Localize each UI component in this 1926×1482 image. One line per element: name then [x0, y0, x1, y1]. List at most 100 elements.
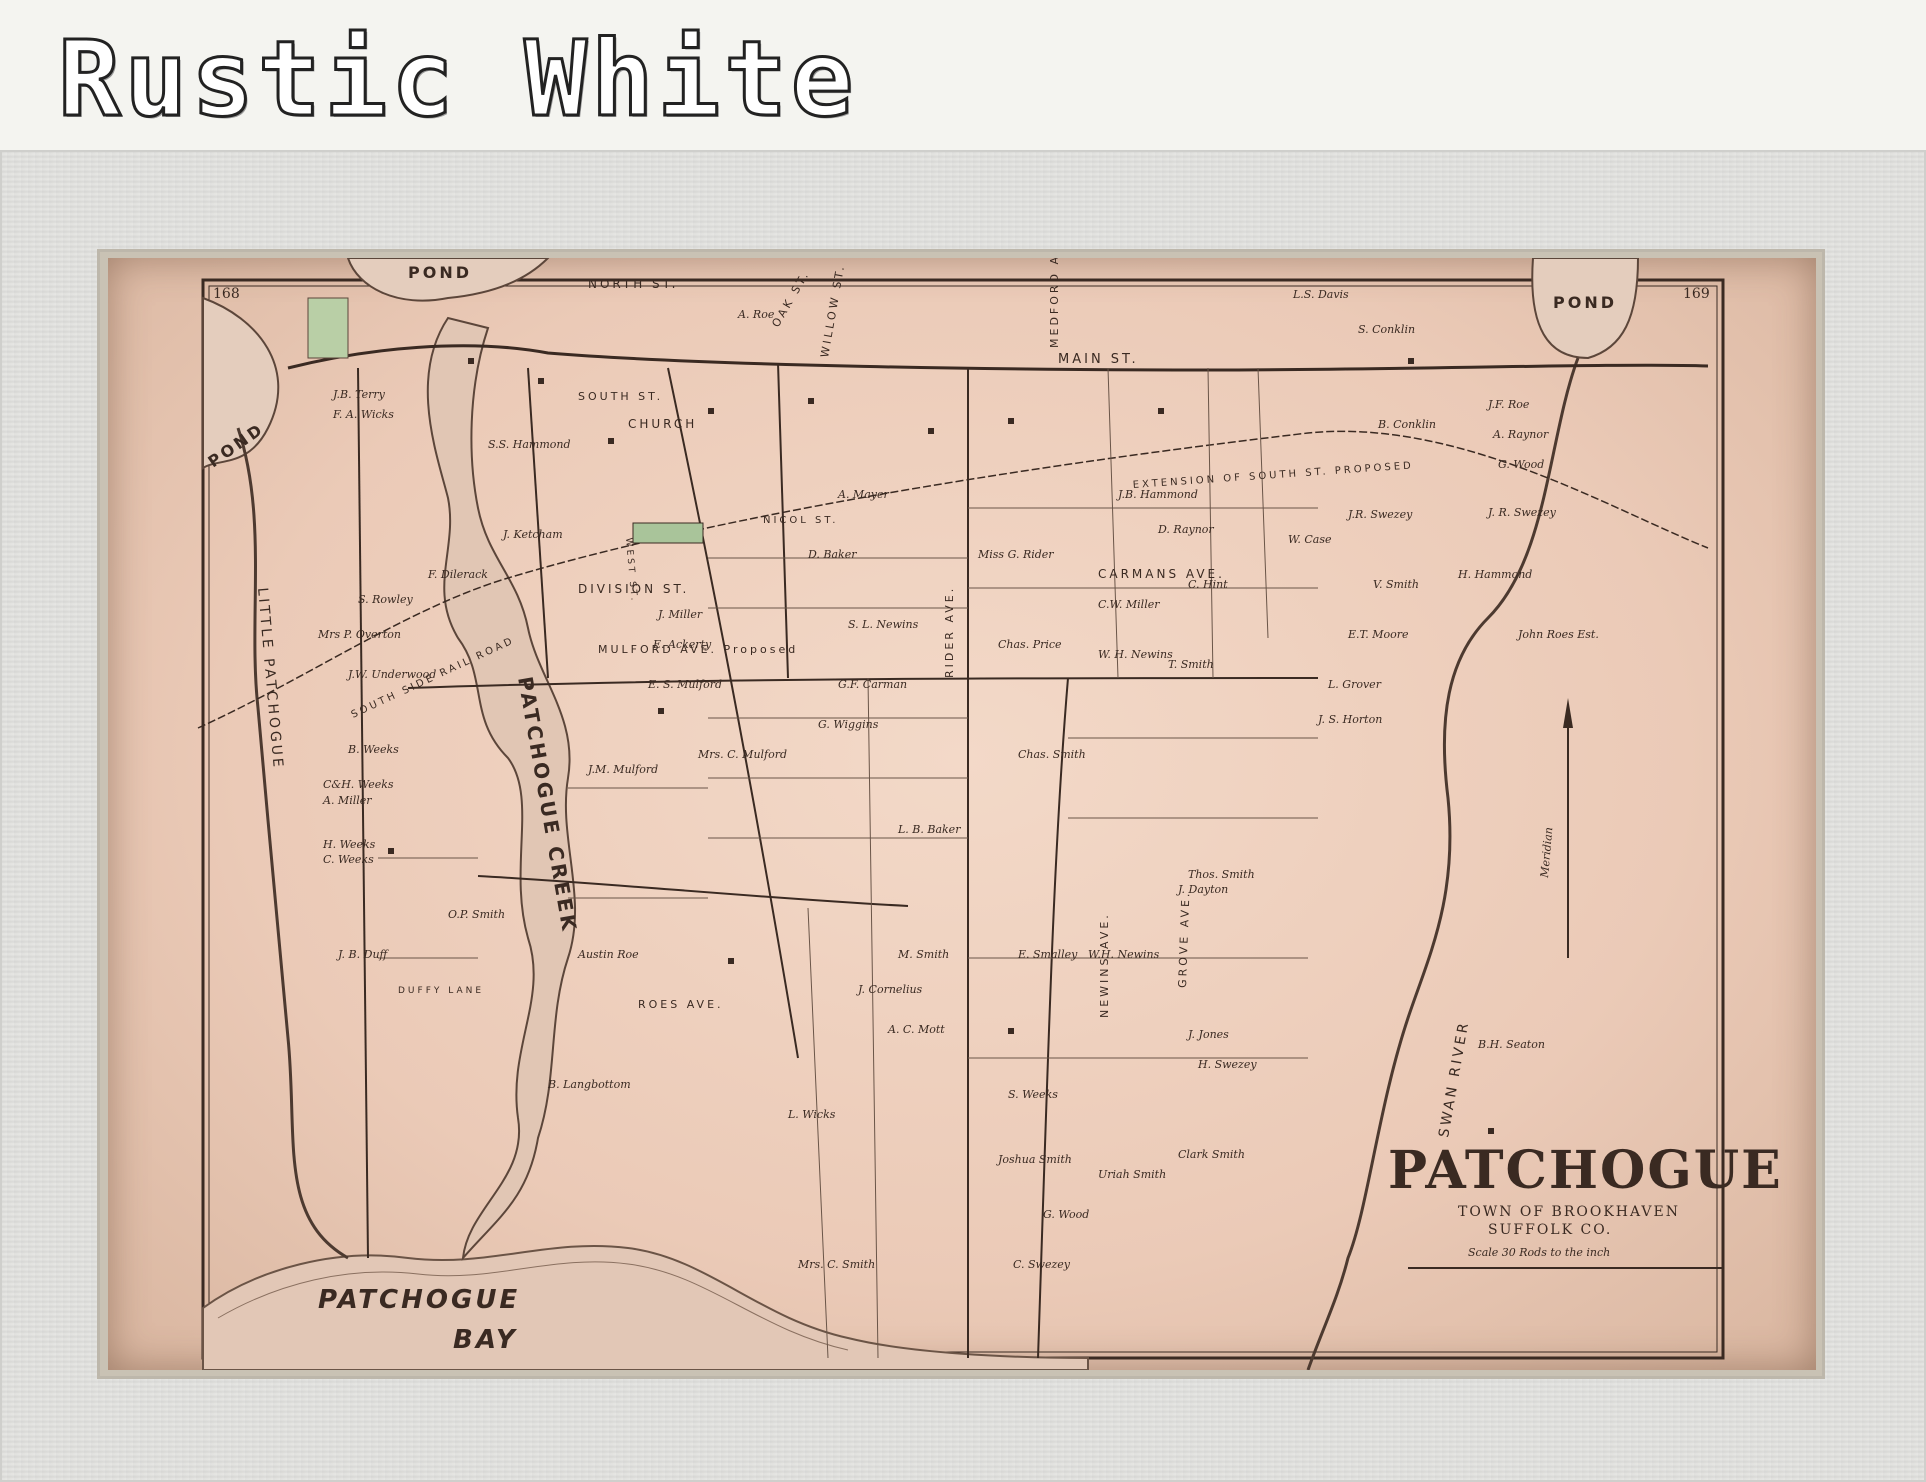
owner-label: G. Wood	[1043, 1208, 1089, 1221]
owner-label: J. Dayton	[1176, 883, 1228, 896]
parcel-lines	[378, 367, 1318, 1359]
main-street-line	[287, 344, 1709, 372]
street-oak: OAK ST.	[769, 268, 812, 330]
owner-label: S. L. Newins	[848, 618, 919, 631]
owner-label: W.H. Newins	[1088, 948, 1160, 961]
street-south: SOUTH ST.	[578, 390, 663, 403]
owner-label: W. Case	[1288, 533, 1332, 546]
owner-label: C.W. Miller	[1098, 598, 1160, 611]
owner-label: B. Weeks	[347, 743, 399, 756]
owner-label: S. Weeks	[1008, 1088, 1058, 1101]
owner-label: C. Swezey	[1013, 1258, 1071, 1271]
owner-label: G. Wiggins	[818, 718, 879, 731]
owner-label: E. S. Mulford	[647, 678, 722, 691]
page-number-right: 169	[1683, 286, 1710, 302]
cemetery-parcel	[307, 297, 349, 359]
owner-label: Mrs. C. Mulford	[697, 748, 787, 761]
owner-label: Mrs. C. Smith	[797, 1258, 875, 1271]
owner-label: W. H. Newins	[1098, 648, 1173, 661]
owner-label: H. Hammond	[1457, 568, 1532, 581]
owner-label: S. Rowley	[358, 593, 413, 606]
street-duffy: DUFFY LANE	[398, 986, 484, 996]
west-st-line	[527, 367, 549, 679]
meridian-arrow-head	[1563, 698, 1573, 728]
owner-label: A. Mayer	[837, 488, 889, 501]
map-subtitle-2: SUFFOLK CO.	[1488, 1222, 1612, 1238]
little-river-label: LITTLE PATCHOGUE	[254, 587, 286, 771]
page-number-left: 168	[213, 286, 240, 302]
owner-label: A. Roe	[737, 308, 775, 321]
owner-label: Joshua Smith	[996, 1153, 1072, 1166]
swan-river-label: SWAN RIVER	[1436, 1019, 1472, 1138]
owner-label: H. Swezey	[1197, 1058, 1257, 1071]
street-rider: RIDER AVE.	[943, 586, 956, 678]
owner-label: B. Conklin	[1377, 418, 1436, 431]
owner-label: J.B. Terry	[331, 388, 386, 401]
owner-label: S.S. Hammond	[488, 438, 571, 451]
owner-label: F. A. Wicks	[332, 408, 394, 421]
street-roes: ROES AVE.	[638, 998, 724, 1011]
frame-style-title: Rustic White	[56, 17, 858, 142]
owner-label: E.T. Moore	[1347, 628, 1409, 641]
owner-label: J.F. Roe	[1486, 398, 1530, 411]
owner-label: T. Smith	[1168, 658, 1214, 671]
owner-label: S. Conklin	[1358, 323, 1415, 336]
pond-right-label: POND	[1553, 293, 1617, 312]
meridian-label: Meridian	[1538, 827, 1555, 880]
street-extension: EXTENSION OF SOUTH ST. PROPOSED	[1132, 460, 1414, 491]
owner-label: B.H. Seaton	[1477, 1038, 1545, 1051]
patchogue-map: 168 169 POND POND POND PATCHOGUE BAY PAT…	[108, 258, 1816, 1370]
owner-label: Clark Smith	[1178, 1148, 1245, 1161]
owner-label: F. Dilerack	[427, 568, 488, 581]
owner-label: A. C. Mott	[887, 1023, 945, 1036]
owner-label: Austin Roe	[577, 948, 639, 961]
owner-label: J.R. Swezey	[1346, 508, 1413, 521]
owner-label: Chas. Smith	[1018, 748, 1086, 761]
street-grove: GROVE AVE.	[1176, 890, 1192, 988]
street-newins: NEWINS AVE.	[1098, 912, 1111, 1018]
owner-label: Miss G. Rider	[977, 548, 1054, 561]
map-scale: Scale 30 Rods to the inch	[1468, 1246, 1610, 1259]
church-st-line	[667, 367, 799, 1059]
owner-label: Chas. Price	[998, 638, 1062, 651]
owner-label: J. B. Duff	[336, 948, 390, 961]
owner-label: C. Hint	[1188, 578, 1228, 591]
owner-label: L. Wicks	[787, 1108, 836, 1121]
owner-label: D. Raynor	[1157, 523, 1214, 536]
owner-label: Thos. Smith	[1188, 868, 1255, 881]
owner-label: M. Smith	[897, 948, 949, 961]
owner-label: G.F. Carman	[838, 678, 907, 691]
header-banner: Rustic White	[0, 0, 1926, 150]
owner-label: E. Ackerty	[652, 638, 712, 651]
owner-label: L.S. Davis	[1292, 288, 1349, 301]
owner-label: J. Ketcham	[501, 528, 563, 541]
owner-label: J. Miller	[656, 608, 703, 621]
owner-label: B. Langbottom	[547, 1078, 631, 1091]
owner-label: G. Wood	[1498, 458, 1544, 471]
street-church: CHURCH	[628, 417, 697, 431]
street-north: NORTH ST.	[588, 277, 678, 291]
owner-label: O.P. Smith	[448, 908, 505, 921]
owner-label: A. Miller	[322, 794, 372, 807]
bay-label-1: PATCHOGUE	[318, 1285, 520, 1315]
owner-label: J. Jones	[1186, 1028, 1229, 1041]
owner-label: Mrs P. Overton	[317, 628, 401, 641]
owner-label: J. R. Swezey	[1486, 506, 1557, 519]
owner-label: L. B. Baker	[897, 823, 961, 836]
owner-label: C&H. Weeks	[323, 778, 394, 791]
street-willow: WILLOW ST.	[818, 263, 847, 359]
bay-label-2: BAY	[453, 1325, 518, 1355]
map-drawing: 168 169 POND POND POND PATCHOGUE BAY PAT…	[197, 258, 1783, 1370]
owner-label: C. Weeks	[323, 853, 374, 866]
owner-label: J.B. Hammond	[1116, 488, 1198, 501]
grove-ave-line	[1037, 677, 1069, 1359]
pond-top-label: POND	[408, 263, 472, 282]
owner-label: Uriah Smith	[1098, 1168, 1166, 1181]
owner-label: J. Cornelius	[856, 983, 923, 996]
owner-label: John Roes Est.	[1516, 628, 1599, 641]
owner-label: A. Raynor	[1492, 428, 1549, 441]
map-title: PATCHOGUE	[1388, 1140, 1783, 1201]
street-main: MAIN ST.	[1058, 352, 1139, 367]
owner-label: E. Smalley	[1017, 948, 1078, 961]
owner-label: H. Weeks	[322, 838, 376, 851]
